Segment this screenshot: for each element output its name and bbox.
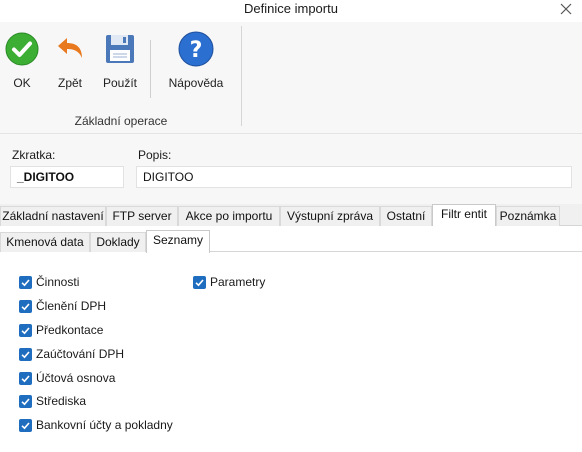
checkbox-label: Předkontace [36,323,104,337]
checkbox-checked-icon [19,347,32,361]
main-tab-bar: Základní nastavení FTP server Akce po im… [0,204,582,227]
ok-button[interactable]: OK [4,30,40,90]
ribbon-group-divider [241,26,242,126]
checkbox-cinnosti[interactable]: Činnosti [19,275,79,289]
back-button[interactable]: Zpět [52,30,88,90]
tab-filtr-entit[interactable]: Filtr entit [432,204,496,227]
checkbox-checked-icon [19,275,32,289]
tab-doklady[interactable]: Doklady [90,232,146,252]
tab-poznamka[interactable]: Poznámka [496,206,560,226]
checkbox-checked-icon [193,275,206,289]
apply-label: Použít [102,76,138,90]
checkbox-label: Zaúčtování DPH [36,347,125,361]
header-fields: Zkratka: _DIGITOO Popis: DIGITOO [0,134,582,204]
checkbox-cleneni-dph[interactable]: Členění DPH [19,299,106,313]
checkbox-strediska[interactable]: Střediska [19,394,86,408]
tab-seznamy[interactable]: Seznamy [146,230,210,253]
tab-vystupni-zprava[interactable]: Výstupní zpráva [280,206,380,226]
tab-ftp-server[interactable]: FTP server [106,206,178,226]
svg-text:?: ? [190,38,203,63]
checkbox-label: Střediska [36,394,87,408]
checkbox-checked-icon [19,418,32,432]
tab-akce-po-importu[interactable]: Akce po importu [178,206,280,226]
tab-ostatni[interactable]: Ostatní [380,206,432,226]
checkbox-parametry[interactable]: Parametry [193,275,265,289]
checkbox-checked-icon [19,299,32,313]
apply-button[interactable]: Použít [100,30,140,90]
checkbox-uctova-osnova[interactable]: Účtová osnova [19,371,115,385]
checkbox-predkontace[interactable]: Předkontace [19,323,103,337]
ok-label: OK [13,76,31,90]
ribbon: OK Zpět Použít ? Nápověda Základní opera… [0,22,582,134]
check-circle-icon [4,30,40,68]
checkbox-label: Bankovní účty a pokladny [36,418,173,432]
help-question-icon: ? [178,30,214,68]
checkbox-zauctovani-dph[interactable]: Zaúčtování DPH [19,347,124,361]
sub-tab-bar: Kmenová data Doklady Seznamy [0,226,582,253]
back-label: Zpět [57,76,82,90]
checkbox-label: Parametry [210,275,266,289]
checkbox-label: Činnosti [36,275,80,289]
tab-zakladni-nastaveni[interactable]: Základní nastavení [0,206,106,226]
undo-arrow-icon [52,30,88,68]
close-icon[interactable] [556,0,576,18]
help-button[interactable]: ? Nápověda [166,30,226,90]
popis-field[interactable]: DIGITOO [136,166,572,188]
ribbon-inner-separator [150,40,151,98]
floppy-disk-icon [102,30,138,68]
popis-label: Popis: [138,148,172,162]
checkbox-checked-icon [19,394,32,408]
title-bar: Definice importu [0,0,582,22]
window-title: Definice importu [244,1,338,16]
checkbox-label: Členění DPH [36,299,107,313]
checkbox-label: Účtová osnova [36,371,116,385]
help-label: Nápověda [168,76,224,90]
zkratka-label: Zkratka: [12,148,56,162]
tab-kmenova-data[interactable]: Kmenová data [0,232,90,252]
ribbon-group-basic: OK Zpět Použít ? Nápověda Základní opera… [0,22,242,134]
zkratka-field[interactable]: _DIGITOO [10,166,124,188]
ribbon-group-label: Základní operace [74,114,168,128]
checkbox-checked-icon [19,371,32,385]
checkbox-bankovni-ucty[interactable]: Bankovní účty a pokladny [19,418,173,432]
seznamy-panel: Činnosti Členění DPH Předkontace Zaúčtov… [0,253,582,452]
checkbox-checked-icon [19,323,32,337]
